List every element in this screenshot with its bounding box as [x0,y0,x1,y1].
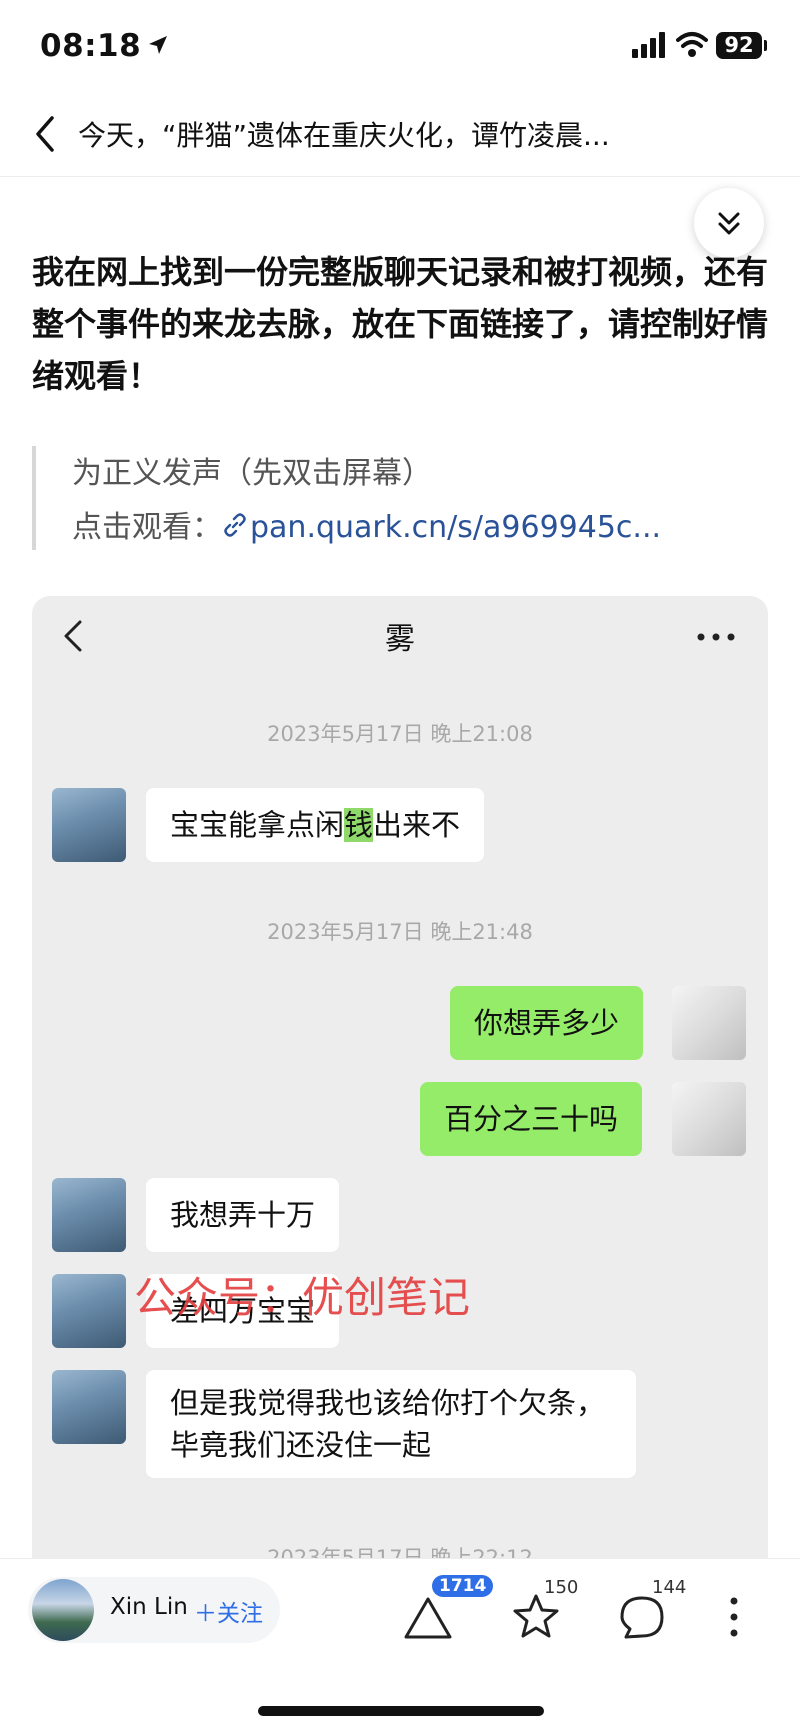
highlighted-text: 钱 [344,808,374,842]
author-chip[interactable]: Xin Lin ＋关注 [28,1577,280,1643]
chat-screenshot: 雾 2023年5月17日 晚上21:08 宝宝能拿点闲钱出来不 2023年5月1… [32,596,768,1596]
star-count: 150 [544,1577,579,1598]
nav-bar: 今天，“胖猫”遗体在重庆火化，谭竹凌晨... [0,92,800,177]
bubble-text: 宝宝能拿点闲 [170,808,345,842]
quote-link-prefix: 点击观看： [72,510,222,545]
more-horizontal-icon [697,633,735,641]
avatar [52,1274,126,1348]
signal-icon [632,32,665,58]
chat-bubble-sent: 你想弄多少 [450,986,644,1060]
watermark-text: 公众号：优创笔记 [134,1273,471,1322]
status-time: 08:18 [40,28,169,64]
back-icon[interactable] [26,112,66,156]
battery-tip [764,40,767,51]
link-icon [222,511,248,546]
location-arrow-icon [147,28,169,64]
bubble-text: 出来不 [373,808,461,842]
avatar [672,1082,746,1156]
chat-timestamp: 2023年5月17日 晚上21:08 [267,722,533,746]
clock-text: 08:18 [40,28,142,64]
chat-title: 雾 [385,622,415,657]
battery-indicator: 92 [716,32,762,59]
like-count-badge: 1714 [432,1575,494,1597]
triangle-icon[interactable] [400,1589,456,1645]
quote-line: 为正义发声（先双击屏幕） [72,456,432,491]
avatar [52,1370,126,1444]
wifi-icon [676,32,708,57]
chat-bubble-sent: 百分之三十吗 [420,1082,643,1156]
share-link[interactable]: pan.quark.cn/s/a969945c... [250,510,661,545]
author-name[interactable]: Xin Lin [110,1594,188,1620]
quote-link-line: 点击观看： pan.quark.cn/s/a969945c... [72,502,661,546]
chat-bubble-received: 但是我觉得我也该给你打个欠条，毕竟我们还没住一起 [146,1370,636,1478]
more-vertical-icon[interactable] [724,1595,744,1639]
avatar [672,986,746,1060]
author-avatar[interactable] [32,1579,94,1641]
status-bar: 08:18 92 [0,0,800,92]
avatar [52,1178,126,1252]
quote-block: 为正义发声（先双击屏幕） 点击观看： pan.quark.cn/s/a969945… [32,446,776,550]
comment-count: 144 [652,1577,687,1598]
chat-bubble-received: 宝宝能拿点闲钱出来不 [146,788,485,862]
article-text: 我在网上找到一份完整版聊天记录和被打视频，还有整个事件的来龙去脉，放在下面链接了… [32,253,769,395]
avatar [52,788,126,862]
chat-timestamp: 2023年5月17日 晚上21:48 [267,920,533,944]
page-title: 今天，“胖猫”遗体在重庆火化，谭竹凌晨... [78,119,610,152]
chat-bubble-received: 我想弄十万 [146,1178,340,1252]
home-indicator [258,1706,544,1716]
follow-button[interactable]: ＋关注 [194,1594,263,1628]
